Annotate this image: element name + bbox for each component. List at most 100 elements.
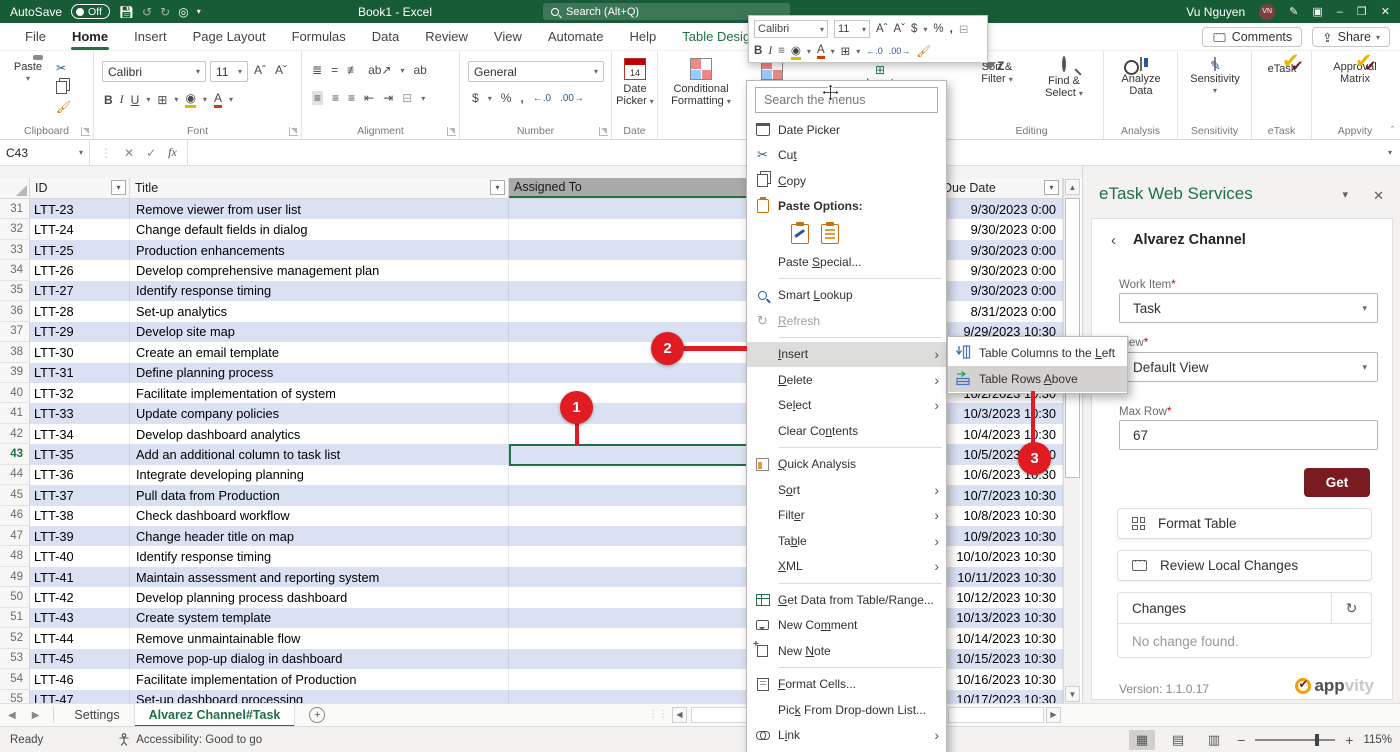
cell-title-37[interactable]: Develop site map — [130, 322, 509, 342]
menu-item-xml[interactable]: XML› — [747, 554, 946, 580]
pen-icon[interactable]: ✎ — [1289, 5, 1298, 18]
row-header-50[interactable]: 50 — [0, 587, 30, 607]
name-box[interactable]: C43▾ — [0, 140, 90, 166]
share-button[interactable]: ⇪Share▾ — [1312, 27, 1390, 47]
cut-icon[interactable]: ✂ — [56, 61, 66, 75]
row-header-49[interactable]: 49 — [0, 567, 30, 587]
borders-icon[interactable]: ⊞ — [841, 44, 851, 58]
fill-color-icon[interactable]: ◉ — [791, 43, 801, 60]
max-row-input[interactable]: 67 — [1119, 420, 1378, 450]
row-header-46[interactable]: 46 — [0, 506, 30, 526]
cell-title-54[interactable]: Facilitate implementation of Production — [130, 669, 509, 689]
zoom-in-icon[interactable]: + — [1345, 732, 1353, 748]
qat-customize-icon[interactable]: ▾ — [197, 7, 201, 16]
decrease-indent-icon[interactable]: ⇤ — [364, 91, 374, 105]
comma-style-icon[interactable]: , — [520, 91, 523, 105]
merge-center-icon[interactable]: ⊟ — [402, 91, 412, 105]
accounting-format-icon[interactable]: $ — [911, 23, 917, 35]
cell-title-32[interactable]: Change default fields in dialog — [130, 219, 509, 239]
undo-icon[interactable]: ↺ — [142, 5, 152, 19]
horizontal-scrollbar[interactable] — [948, 707, 1044, 723]
decrease-font-icon[interactable]: Aˇ — [894, 23, 906, 35]
cell-due-35[interactable]: 9/30/2023 0:00 — [938, 281, 1063, 301]
conditional-formatting-button[interactable]: Conditional Formatting ▾ — [664, 58, 738, 108]
pane-dropdown-icon[interactable]: ▾ — [1342, 188, 1348, 201]
menu-item-format-cells[interactable]: Format Cells... — [747, 672, 946, 698]
cell-title-36[interactable]: Set-up analytics — [130, 301, 509, 321]
new-sheet-icon[interactable]: + — [309, 707, 325, 723]
font-name-select[interactable]: Calibri▾ — [102, 61, 206, 82]
increase-decimal-icon[interactable]: ←.0 — [866, 46, 883, 56]
horizontal-scrollbar[interactable] — [691, 707, 751, 723]
filter-icon[interactable]: ▾ — [490, 180, 505, 195]
cell-due-36[interactable]: 8/31/2023 0:00 — [938, 301, 1063, 321]
cell-id-34[interactable]: LTT-26 — [30, 260, 130, 280]
cell-due-33[interactable]: 9/30/2023 0:00 — [938, 240, 1063, 260]
menu-item-paste-options[interactable]: Paste Options: — [747, 194, 946, 220]
avatar[interactable]: VN — [1259, 4, 1275, 20]
review-local-changes-button[interactable]: Review Local Changes — [1117, 550, 1372, 581]
bold-icon[interactable]: B — [754, 45, 762, 57]
format-table-button[interactable]: Format Table — [1117, 508, 1372, 539]
autosave-toggle[interactable]: Off — [71, 4, 110, 19]
cell-due-53[interactable]: 10/15/2023 10:30 — [938, 649, 1063, 669]
cell-due-42[interactable]: 10/4/2023 10:30 — [938, 424, 1063, 444]
cell-due-47[interactable]: 10/9/2023 10:30 — [938, 526, 1063, 546]
cell-title-45[interactable]: Pull data from Production — [130, 485, 509, 505]
menu-item-sort[interactable]: Sort› — [747, 477, 946, 503]
percent-style-icon[interactable]: % — [501, 91, 512, 105]
font-color-icon[interactable]: A — [817, 44, 825, 59]
collapse-ribbon-icon[interactable]: ˆ — [1391, 125, 1394, 135]
row-header-33[interactable]: 33 — [0, 240, 30, 260]
cell-id-41[interactable]: LTT-33 — [30, 403, 130, 423]
cell-title-55[interactable]: Set-up dashboard processing — [130, 690, 509, 704]
vertical-scrollbar[interactable]: ▲ ▼ — [1063, 178, 1080, 703]
font-dialog-launcher[interactable] — [289, 127, 298, 136]
zoom-slider[interactable] — [1255, 739, 1335, 741]
cell-due-31[interactable]: 9/30/2023 0:00 — [938, 199, 1063, 219]
cell-due-34[interactable]: 9/30/2023 0:00 — [938, 260, 1063, 280]
fill-color-icon[interactable]: ◉ — [185, 91, 195, 108]
align-icon[interactable]: ≡ — [778, 45, 785, 57]
cell-due-41[interactable]: 10/3/2023 10:30 — [938, 403, 1063, 423]
menu-item-delete[interactable]: Delete› — [747, 367, 946, 393]
number-dialog-launcher[interactable] — [599, 127, 608, 136]
increase-indent-icon[interactable]: ⇥ — [383, 91, 393, 105]
cell-id-46[interactable]: LTT-38 — [30, 506, 130, 526]
sheet-tab-settings[interactable]: Settings — [60, 704, 133, 727]
zoom-level[interactable]: 115% — [1363, 734, 1392, 746]
cell-id-52[interactable]: LTT-44 — [30, 628, 130, 648]
zoom-out-icon[interactable]: − — [1237, 732, 1245, 748]
menu-item-filter[interactable]: Filter› — [747, 503, 946, 529]
row-header-48[interactable]: 48 — [0, 546, 30, 566]
cell-title-51[interactable]: Create system template — [130, 608, 509, 628]
cell-title-33[interactable]: Production enhancements — [130, 240, 509, 260]
row-header-40[interactable]: 40 — [0, 383, 30, 403]
minimize-button[interactable]: – — [1337, 6, 1343, 18]
cell-due-32[interactable]: 9/30/2023 0:00 — [938, 219, 1063, 239]
tab-home[interactable]: Home — [59, 23, 121, 51]
refresh-changes-icon[interactable]: ↻ — [1331, 593, 1371, 624]
cell-title-50[interactable]: Develop planning process dashboard — [130, 587, 509, 607]
cell-due-51[interactable]: 10/13/2023 10:30 — [938, 608, 1063, 628]
zoom-slider-handle[interactable] — [1315, 734, 1319, 746]
column-header-title[interactable]: Title▾ — [130, 178, 509, 198]
decrease-font-icon[interactable]: Aˇ — [275, 63, 287, 77]
cell-due-55[interactable]: 10/17/2023 10:30 — [938, 690, 1063, 704]
row-header-32[interactable]: 32 — [0, 219, 30, 239]
alignment-dialog-launcher[interactable] — [447, 127, 456, 136]
cell-due-48[interactable]: 10/10/2023 10:30 — [938, 546, 1063, 566]
cell-id-40[interactable]: LTT-32 — [30, 383, 130, 403]
submenu-item-table-rows-above[interactable]: Table Rows Above — [948, 366, 1127, 392]
menu-item-quick-analysis[interactable]: Quick Analysis — [747, 452, 946, 478]
pane-close-icon[interactable]: ✕ — [1373, 188, 1384, 204]
cell-due-45[interactable]: 10/7/2023 10:30 — [938, 485, 1063, 505]
cell-id-38[interactable]: LTT-30 — [30, 342, 130, 362]
align-top-icon[interactable]: ≣ — [312, 63, 322, 77]
underline-icon[interactable]: U — [131, 93, 140, 107]
filter-icon[interactable]: ▾ — [111, 180, 126, 195]
row-header-39[interactable]: 39 — [0, 363, 30, 383]
align-center-icon[interactable]: ≡ — [332, 91, 339, 105]
find-select-button[interactable]: Find & Select ▾ — [1032, 58, 1096, 100]
redo-icon[interactable]: ↻ — [160, 5, 170, 19]
